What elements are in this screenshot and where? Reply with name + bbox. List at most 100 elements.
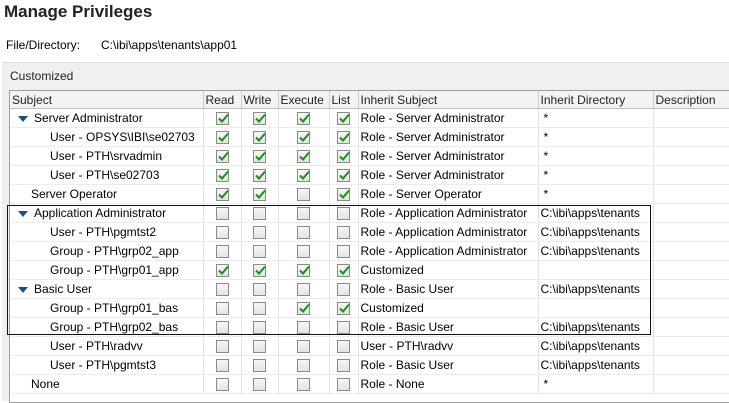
read-checkbox[interactable] [215, 150, 229, 164]
list-checkbox[interactable] [337, 359, 350, 373]
list-checkbox[interactable] [337, 245, 350, 259]
execute-checkbox[interactable] [297, 188, 310, 202]
subject-cell[interactable]: User - PTH\radvv [10, 336, 204, 356]
table-row[interactable]: None Role - None * [10, 374, 729, 394]
read-checkbox[interactable] [215, 321, 229, 335]
execute-checkbox[interactable] [297, 207, 310, 221]
list-checkbox[interactable] [337, 207, 350, 221]
read-checkbox[interactable] [215, 226, 229, 240]
list-checkbox[interactable] [337, 226, 350, 240]
table-row[interactable]: Group - PTH\grp02_bas Role - Basic User C:… [10, 317, 729, 337]
write-checkbox[interactable] [253, 245, 266, 259]
column-header-execute[interactable]: Execute [278, 91, 330, 109]
table-row[interactable]: User - PTH\pgmtst2 Role - Application Adm… [10, 222, 729, 242]
list-checkbox[interactable] [337, 188, 350, 202]
read-checkbox[interactable] [215, 264, 229, 278]
write-checkbox[interactable] [253, 150, 266, 164]
read-checkbox[interactable] [215, 245, 229, 259]
write-checkbox[interactable] [253, 226, 266, 240]
execute-checkbox[interactable] [297, 340, 310, 354]
subject-cell[interactable]: User - PTH\pgmtst2 [10, 222, 204, 242]
column-header-inherit-directory[interactable]: Inherit Directory [538, 91, 654, 109]
write-checkbox[interactable] [253, 378, 266, 392]
read-checkbox[interactable] [215, 188, 229, 202]
table-row[interactable]: User - OPSYS\IBI\se02703 Role - Server Ad… [10, 127, 729, 147]
write-checkbox[interactable] [253, 169, 266, 183]
table-row[interactable]: Group - PTH\grp01_bas Customized [10, 298, 729, 318]
write-checkbox[interactable] [253, 131, 266, 145]
subject-cell[interactable]: User - PTH\srvadmin [10, 146, 204, 166]
execute-checkbox[interactable] [297, 283, 310, 297]
execute-checkbox[interactable] [297, 264, 310, 278]
subject-cell[interactable]: Server Administrator [10, 108, 204, 128]
execute-checkbox[interactable] [297, 378, 310, 392]
list-checkbox[interactable] [337, 169, 350, 183]
table-row[interactable]: User - PTH\se02703 Role - Server Administ… [10, 165, 729, 185]
list-checkbox[interactable] [337, 302, 350, 316]
table-row[interactable]: Basic User Role - Basic User C:\ibi\apps\t… [10, 279, 729, 299]
write-checkbox[interactable] [253, 321, 266, 335]
read-checkbox[interactable] [215, 207, 229, 221]
write-checkbox[interactable] [253, 283, 266, 297]
table-row[interactable]: User - PTH\srvadmin Role - Server Adminis… [10, 146, 729, 166]
list-checkbox[interactable] [337, 150, 350, 164]
write-checkbox[interactable] [253, 359, 266, 373]
triangle-down-icon[interactable] [18, 286, 28, 293]
list-checkbox[interactable] [337, 112, 350, 126]
subject-cell[interactable]: Server Operator [10, 184, 204, 204]
list-checkbox[interactable] [337, 321, 350, 335]
read-checkbox[interactable] [215, 112, 229, 126]
subject-cell[interactable]: Group - PTH\grp01_bas [10, 298, 204, 318]
execute-checkbox[interactable] [297, 302, 310, 316]
write-checkbox[interactable] [253, 188, 266, 202]
write-checkbox[interactable] [253, 340, 266, 354]
subject-cell[interactable]: User - PTH\pgmtst3 [10, 355, 204, 375]
subject-cell[interactable]: None [10, 374, 204, 394]
table-row[interactable]: Application Administrator Role - Applicat… [10, 203, 729, 223]
execute-checkbox[interactable] [297, 112, 310, 126]
execute-checkbox[interactable] [297, 169, 310, 183]
column-header-read[interactable]: Read [203, 91, 242, 109]
subject-cell[interactable]: Application Administrator [10, 203, 204, 223]
read-checkbox[interactable] [215, 283, 229, 297]
table-row[interactable]: Group - PTH\grp02_app Role - Application … [10, 241, 729, 261]
execute-checkbox[interactable] [297, 150, 310, 164]
subject-cell[interactable]: Group - PTH\grp01_app [10, 260, 204, 280]
list-checkbox[interactable] [337, 131, 350, 145]
read-checkbox[interactable] [215, 359, 229, 373]
table-row[interactable]: Server Operator Role - Server Operator * [10, 184, 729, 204]
list-checkbox[interactable] [337, 264, 350, 278]
column-header-inherit-subject[interactable]: Inherit Subject [358, 91, 539, 109]
write-checkbox[interactable] [253, 302, 266, 316]
column-header-subject[interactable]: Subject [10, 91, 204, 109]
read-checkbox[interactable] [215, 131, 229, 145]
execute-checkbox[interactable] [297, 359, 310, 373]
column-header-description[interactable]: Description [653, 91, 729, 109]
table-row[interactable]: User - PTH\pgmtst3 Role - Basic User C:\ib… [10, 355, 729, 375]
triangle-down-icon[interactable] [18, 210, 28, 217]
read-checkbox[interactable] [215, 378, 229, 392]
table-row[interactable]: User - PTH\radvv User - PTH\radvv C:\ibi\a… [10, 336, 729, 356]
column-header-write[interactable]: Write [241, 91, 279, 109]
subject-cell[interactable]: User - PTH\se02703 [10, 165, 204, 185]
write-checkbox[interactable] [253, 207, 266, 221]
execute-checkbox[interactable] [297, 245, 310, 259]
list-checkbox[interactable] [337, 283, 350, 297]
read-checkbox[interactable] [215, 340, 229, 354]
table-row[interactable]: Group - PTH\grp01_app Customized [10, 260, 729, 280]
execute-checkbox[interactable] [297, 131, 310, 145]
execute-checkbox[interactable] [297, 321, 310, 335]
subject-cell[interactable]: Group - PTH\grp02_app [10, 241, 204, 261]
list-checkbox[interactable] [337, 340, 350, 354]
execute-checkbox[interactable] [297, 226, 310, 240]
table-row[interactable]: Server Administrator Role - Server Admini… [10, 108, 729, 128]
read-checkbox[interactable] [215, 169, 229, 183]
list-checkbox[interactable] [337, 378, 350, 392]
write-checkbox[interactable] [253, 264, 266, 278]
triangle-down-icon[interactable] [18, 115, 28, 122]
write-checkbox[interactable] [253, 112, 266, 126]
subject-cell[interactable]: Group - PTH\grp02_bas [10, 317, 204, 337]
column-header-list[interactable]: List [329, 91, 359, 109]
subject-cell[interactable]: User - OPSYS\IBI\se02703 [10, 127, 204, 147]
read-checkbox[interactable] [215, 302, 229, 316]
